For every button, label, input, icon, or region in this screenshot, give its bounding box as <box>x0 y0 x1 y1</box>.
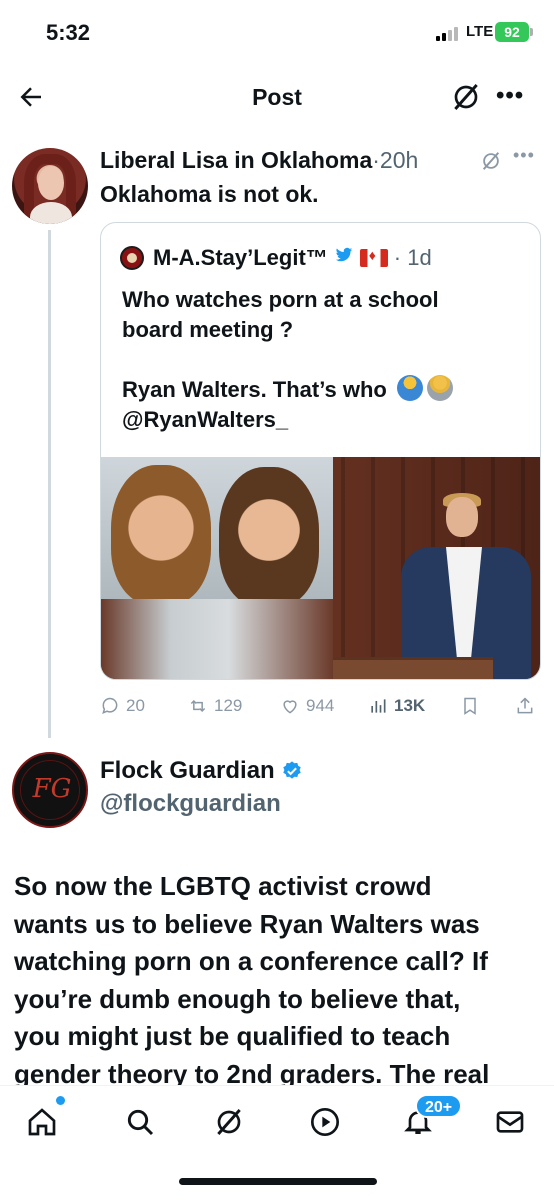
like-button[interactable]: 944 <box>280 696 334 716</box>
mail-icon <box>496 1111 524 1133</box>
grok-icon <box>217 1109 241 1135</box>
shrug-emoji-icon <box>396 375 423 401</box>
heart-icon <box>283 700 297 714</box>
status-bar: 5:32 LTE 92 <box>0 0 554 64</box>
thread-line <box>48 230 51 738</box>
author-name[interactable]: Liberal Lisa in Oklahoma <box>100 147 372 173</box>
separator-dot: · <box>372 147 380 173</box>
reply-count: 20 <box>126 696 145 715</box>
post-line: wants us to believe Ryan Walters was <box>14 908 480 939</box>
bookmark-button[interactable] <box>460 696 480 716</box>
tweet-more-icon[interactable]: ••• <box>513 145 535 166</box>
facepalm-emoji-icon <box>426 375 453 401</box>
quote-line <box>122 345 522 375</box>
play-circle-icon <box>311 1108 339 1136</box>
reply-icon <box>102 697 118 714</box>
post-line: So now the LGBTQ activist crowd <box>14 871 432 901</box>
bookmark-icon <box>464 697 476 715</box>
home-indicator[interactable] <box>179 1178 377 1185</box>
views-icon <box>371 699 386 713</box>
grok-icon[interactable] <box>450 81 482 113</box>
quote-line: Ryan Walters. That’s who <box>122 375 522 405</box>
battery-icon: 92 <box>495 22 529 42</box>
post-text: So now the LGBTQ activist crowd wants us… <box>14 868 544 1093</box>
home-notification-dot <box>56 1096 65 1105</box>
post-line: you might just be qualified to teach <box>14 1021 451 1051</box>
quote-time: · 1d <box>393 245 432 270</box>
repost-button[interactable]: 129 <box>188 696 242 716</box>
grok-icon[interactable] <box>480 150 502 172</box>
quote-avatar <box>120 246 144 270</box>
share-button[interactable] <box>515 696 535 716</box>
bird-icon <box>334 246 354 270</box>
quote-text: Who watches porn at a school board meeti… <box>122 285 522 435</box>
verified-badge-icon <box>282 761 301 779</box>
avatar[interactable]: FG <box>12 752 88 828</box>
nav-bar: Post ••• <box>0 64 554 130</box>
tweet-text: Oklahoma is not ok. <box>100 181 319 207</box>
quote-line: board meeting ? <box>122 317 294 342</box>
quoted-post[interactable]: M-A.Stay’Legit™ · 1d Who watches porn at… <box>100 222 541 680</box>
home-icon <box>28 1108 56 1136</box>
reply-button[interactable]: 20 <box>100 696 145 716</box>
post-line: you’re dumb enough to believe that, <box>14 983 461 1014</box>
signal-icon <box>436 27 460 41</box>
tweet-header: Liberal Lisa in Oklahoma·20h <box>100 147 418 174</box>
quote-line: Who watches porn at a school <box>122 287 439 312</box>
status-time: 5:32 <box>46 20 91 45</box>
author-name[interactable]: Flock Guardian <box>100 757 303 785</box>
inset-photo <box>101 457 333 599</box>
views-button[interactable]: 13K <box>368 696 425 716</box>
post-line: watching porn on a conference call? If <box>14 946 488 976</box>
notification-badge: 20+ <box>415 1094 463 1118</box>
podium <box>333 657 493 679</box>
repost-count: 129 <box>214 696 243 715</box>
network-label: LTE <box>466 23 494 40</box>
view-count: 13K <box>394 696 426 715</box>
author-handle[interactable]: @flockguardian <box>100 790 281 818</box>
video-tab[interactable] <box>305 1102 345 1142</box>
search-tab[interactable] <box>120 1102 160 1142</box>
tweet-actions: 20 129 944 13K <box>100 696 541 722</box>
canada-flag-icon <box>359 247 388 267</box>
tweet-time[interactable]: 20h <box>380 147 418 173</box>
home-tab[interactable] <box>22 1102 62 1142</box>
messages-tab[interactable] <box>490 1102 530 1142</box>
quote-header: M-A.Stay’Legit™ · 1d <box>153 245 432 271</box>
mention-link[interactable]: @RyanWalters_ <box>122 405 522 435</box>
repost-icon <box>190 699 206 713</box>
quote-author-name: M-A.Stay’Legit™ <box>153 245 328 270</box>
search-icon <box>127 1109 154 1136</box>
grok-tab[interactable] <box>209 1102 249 1142</box>
battery-tip <box>530 28 533 36</box>
share-icon <box>517 697 533 714</box>
avatar[interactable] <box>12 148 88 224</box>
more-options-icon[interactable]: ••• <box>496 82 524 110</box>
quote-media-image[interactable] <box>101 457 540 679</box>
like-count: 944 <box>306 696 335 715</box>
